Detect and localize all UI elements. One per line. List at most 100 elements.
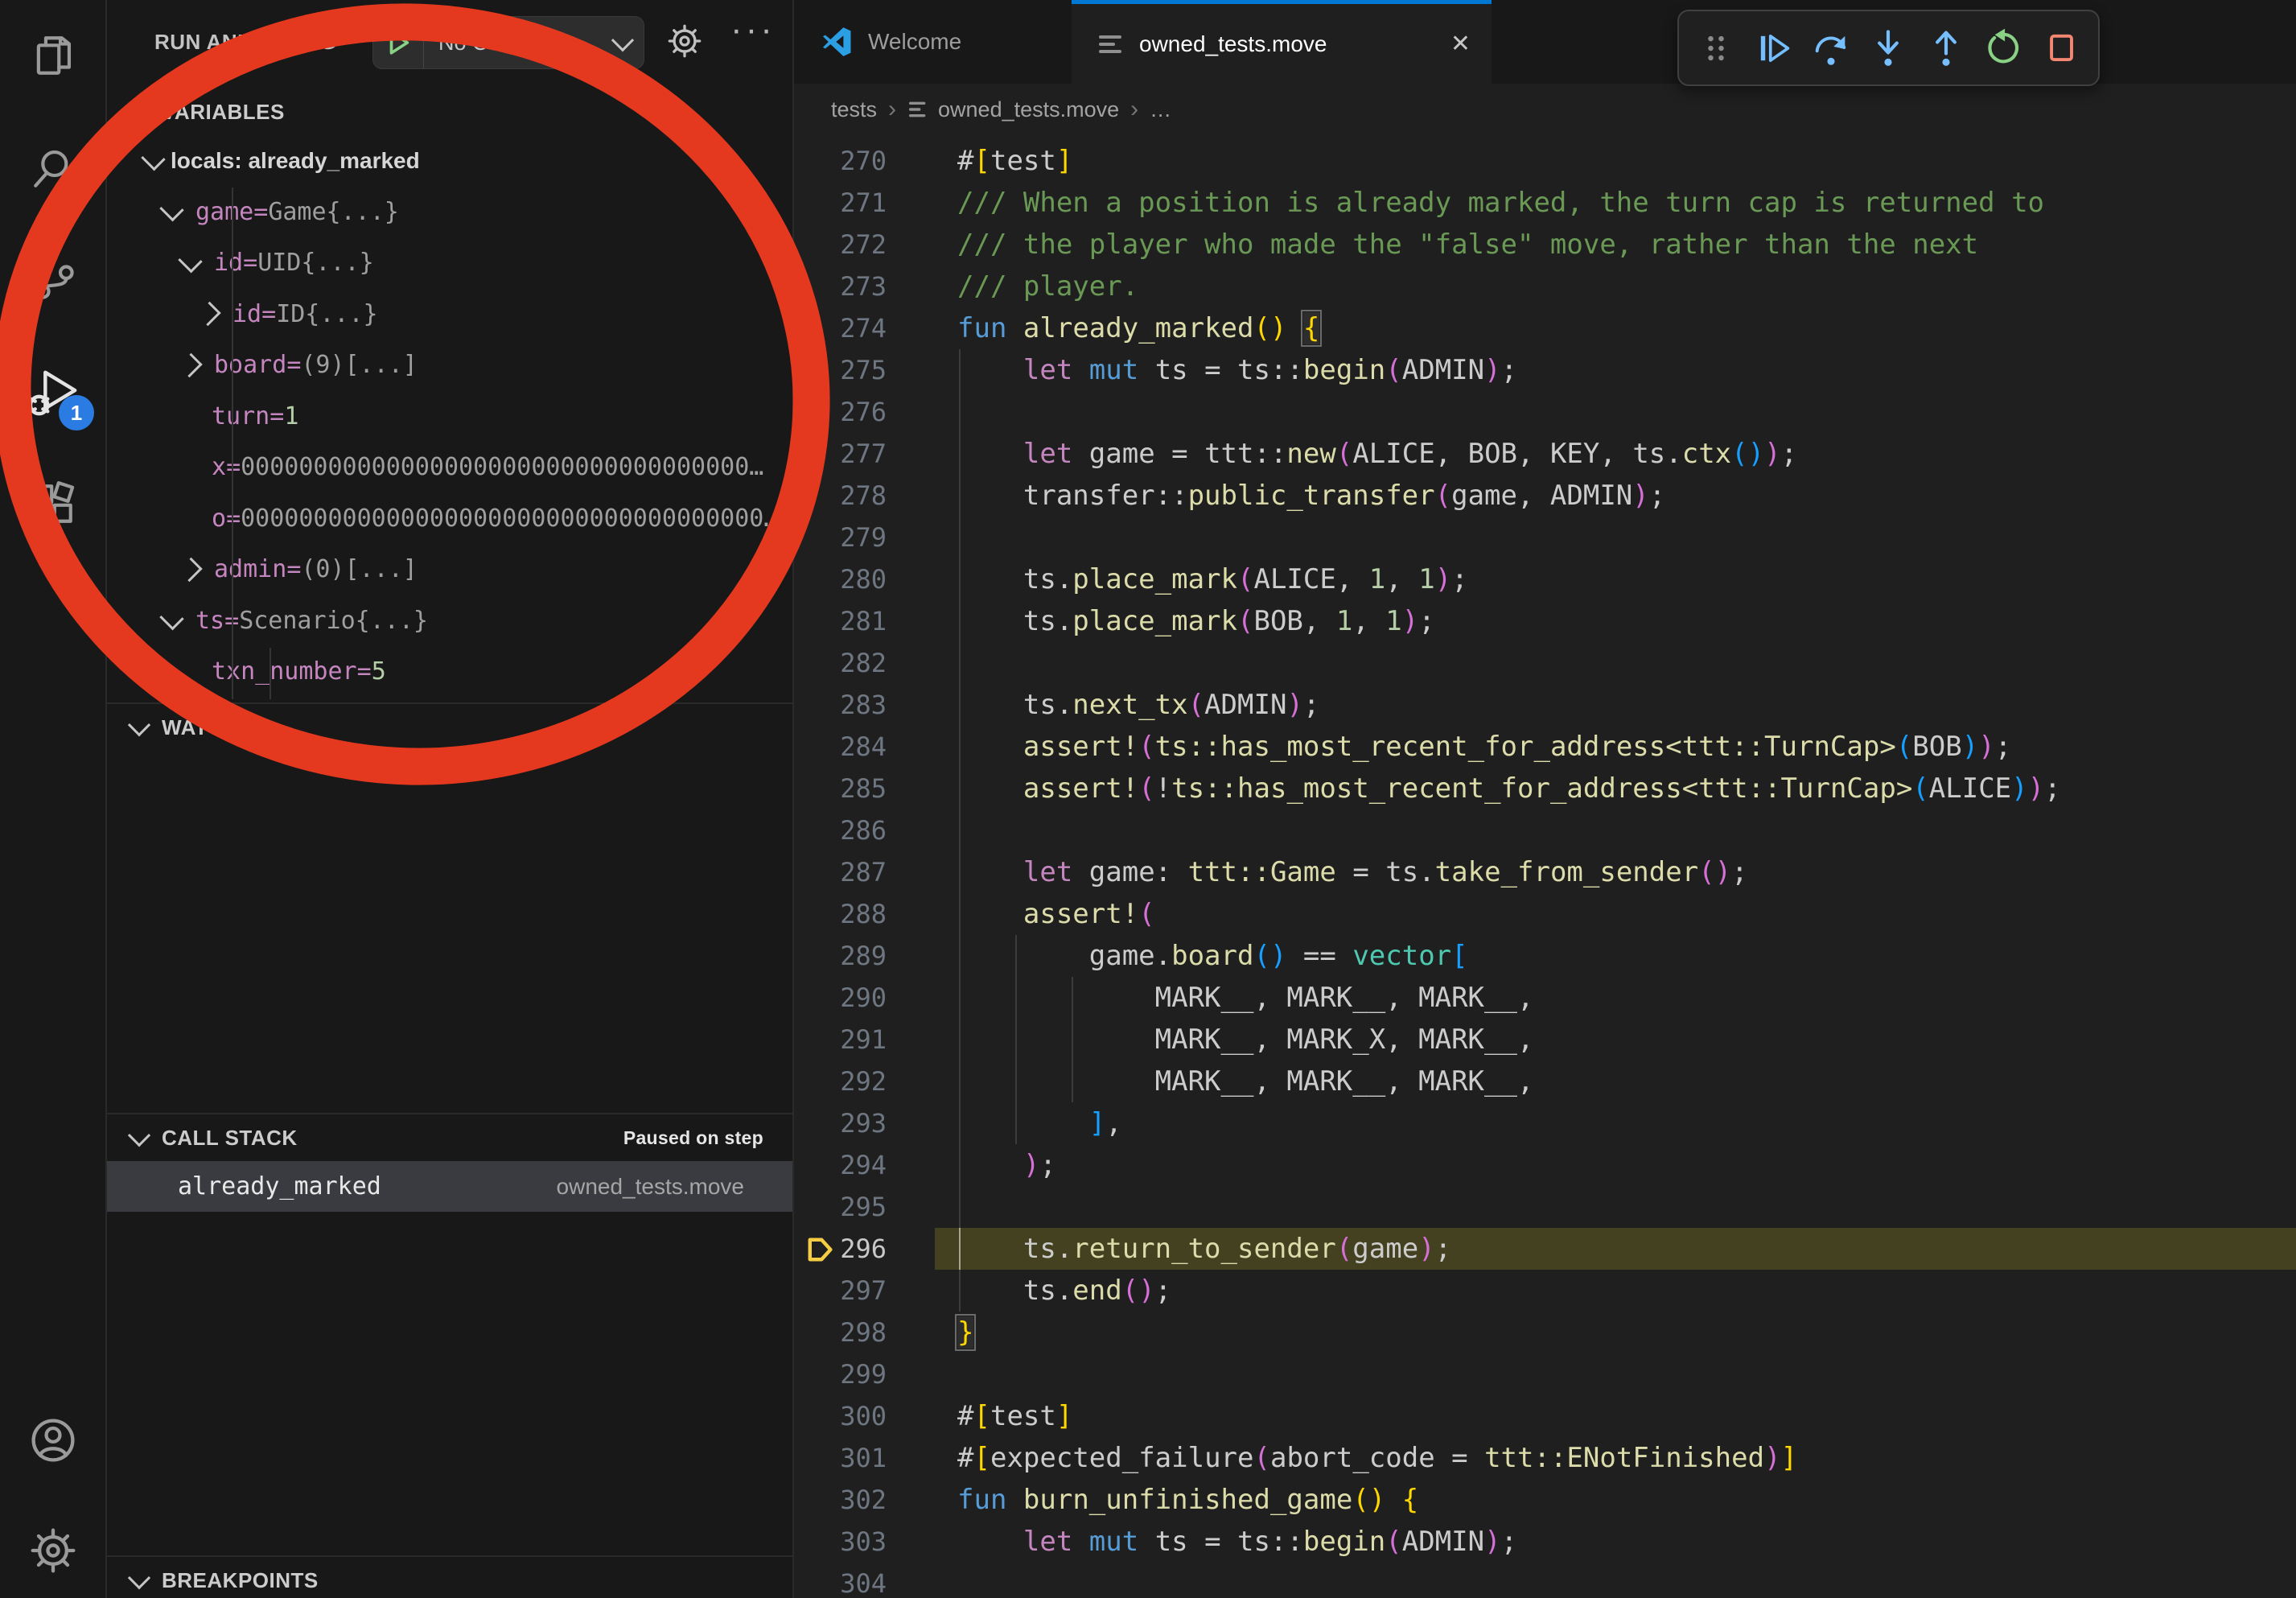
line-number[interactable]: 294 [794, 1150, 887, 1180]
more-actions-icon[interactable]: ··· [730, 10, 776, 50]
code-line: 275 let mut ts = ts::begin(ADMIN); [794, 349, 2296, 391]
watch-section-header[interactable]: WATCH [107, 702, 792, 751]
breadcrumb-symbol[interactable]: … [1150, 97, 1171, 122]
variable-row[interactable]: admin = (0)[...] [107, 544, 792, 595]
extensions-icon[interactable] [0, 459, 105, 548]
code-editor[interactable]: 270#[test] 271 /// When a position is alre… [794, 135, 2296, 1598]
chevron-right-icon [178, 353, 202, 377]
variable-value: (9)[...] [301, 351, 418, 379]
explorer-icon[interactable] [0, 11, 105, 100]
tab-owned-tests-move[interactable]: owned_tests.move ✕ [1072, 0, 1492, 84]
code-line: 271 /// When a position is already marked… [794, 182, 2296, 224]
continue-button-icon[interactable] [1752, 27, 1794, 69]
line-number[interactable]: 279 [794, 522, 887, 553]
line-number[interactable]: 295 [794, 1192, 887, 1222]
variable-name: board [214, 351, 286, 379]
line-number[interactable]: 292 [794, 1066, 887, 1097]
tree-indent-guide [232, 187, 233, 699]
variable-name: admin [214, 555, 286, 583]
line-number[interactable]: 293 [794, 1108, 887, 1139]
line-number[interactable]: 273 [794, 271, 887, 302]
line-number[interactable]: 280 [794, 564, 887, 595]
code-line: 274fun already_marked() { [794, 307, 2296, 349]
variable-row[interactable]: locals: already_marked [107, 135, 792, 187]
breadcrumb-folder[interactable]: tests [831, 97, 877, 122]
line-number[interactable]: 287 [794, 857, 887, 888]
call-stack-frame-row[interactable]: already_marked owned_tests.move [107, 1161, 792, 1212]
code-text: MARK__, MARK_X, MARK__, [957, 1023, 1533, 1056]
line-number[interactable]: 275 [794, 355, 887, 385]
line-number[interactable]: 282 [794, 648, 887, 678]
settings-gear-icon[interactable] [0, 1506, 105, 1595]
code-text: ], [957, 1107, 1122, 1139]
variable-row[interactable]: ts = Scenario{...} [107, 595, 792, 647]
line-number[interactable]: 301 [794, 1443, 887, 1473]
step-out-button-icon[interactable] [1925, 27, 1967, 69]
line-number[interactable]: 298 [794, 1317, 887, 1348]
frame-function-name: already_marked [178, 1172, 381, 1201]
stop-button-icon[interactable] [2040, 27, 2082, 69]
variable-row[interactable]: x = 00000000000000000000000000000000000… [107, 442, 792, 493]
chevron-down-icon [159, 606, 183, 630]
code-text: fun burn_unfinished_game() { [957, 1484, 1418, 1516]
line-number[interactable]: 278 [794, 480, 887, 511]
line-number[interactable]: 299 [794, 1359, 887, 1390]
search-icon[interactable] [0, 124, 105, 212]
variable-row[interactable]: txn_number = 5 [107, 646, 792, 698]
variable-row[interactable]: id = ID{...} [107, 289, 792, 340]
code-text: transfer::public_transfer(game, ADMIN); [957, 480, 1665, 512]
step-over-button-icon[interactable] [1810, 27, 1852, 69]
line-number[interactable]: 291 [794, 1024, 887, 1055]
line-number[interactable]: 283 [794, 690, 887, 720]
run-and-debug-icon[interactable]: 1 [0, 348, 105, 437]
code-line: 280 ts.place_mark(ALICE, 1, 1); [794, 558, 2296, 600]
variable-row[interactable]: id = UID{...} [107, 237, 792, 289]
close-icon[interactable]: ✕ [1450, 30, 1471, 58]
start-debugging-icon[interactable] [373, 17, 424, 68]
line-number[interactable]: 297 [794, 1275, 887, 1306]
restart-button-icon[interactable] [1983, 27, 2025, 69]
code-text: /// When a position is already marked, t… [957, 187, 2044, 219]
line-number[interactable]: 289 [794, 941, 887, 971]
line-number[interactable]: 288 [794, 899, 887, 929]
line-number[interactable]: 284 [794, 731, 887, 762]
code-line: 294 ); [794, 1144, 2296, 1186]
tab-welcome[interactable]: Welcome [794, 0, 1072, 84]
line-number[interactable]: 300 [794, 1401, 887, 1431]
step-into-button-icon[interactable] [1867, 27, 1909, 69]
variable-value: 000000000000000000000000000000000000… [241, 505, 778, 533]
line-number[interactable]: 290 [794, 982, 887, 1013]
line-number[interactable]: 271 [794, 187, 887, 218]
line-number[interactable]: 302 [794, 1485, 887, 1515]
line-number[interactable]: 274 [794, 313, 887, 344]
editor-group: Welcome owned_tests.move ✕ tests › owned… [794, 0, 2296, 1598]
variable-value: Scenario{...} [239, 607, 428, 635]
line-number[interactable]: 304 [794, 1568, 887, 1598]
breadcrumb: tests › owned_tests.move › … [794, 84, 2296, 135]
call-stack-section-header[interactable]: CALL STACK Paused on step [107, 1113, 792, 1161]
breadcrumb-file[interactable]: owned_tests.move [938, 97, 1119, 122]
line-number[interactable]: 285 [794, 773, 887, 804]
line-number[interactable]: 286 [794, 815, 887, 846]
variable-row[interactable]: board = (9)[...] [107, 340, 792, 391]
breakpoints-section-header[interactable]: BREAKPOINTS [107, 1555, 792, 1598]
variable-row[interactable]: turn = 1 [107, 391, 792, 443]
variable-row[interactable]: game = Game{...} [107, 187, 792, 238]
line-number[interactable]: 272 [794, 229, 887, 260]
code-line: 270#[test] [794, 140, 2296, 182]
line-number[interactable]: 270 [794, 146, 887, 176]
vscode-window: 1 RUN AND DEBUG [0, 0, 2296, 1598]
tree-indent-guide [270, 648, 271, 699]
variables-section-header[interactable]: VARIABLES [107, 89, 792, 135]
launch-configuration-dropdown[interactable]: No Configur [372, 16, 644, 69]
line-number[interactable]: 281 [794, 606, 887, 636]
configure-gear-icon[interactable] [666, 23, 703, 60]
account-icon[interactable] [0, 1396, 105, 1485]
source-control-icon[interactable] [0, 234, 105, 323]
line-number[interactable]: 276 [794, 397, 887, 427]
variable-row[interactable]: o = 000000000000000000000000000000000000… [107, 493, 792, 545]
line-number[interactable]: 277 [794, 439, 887, 469]
line-number[interactable]: 303 [794, 1526, 887, 1557]
variable-name: x [212, 453, 226, 481]
drag-handle-icon[interactable] [1695, 27, 1737, 69]
